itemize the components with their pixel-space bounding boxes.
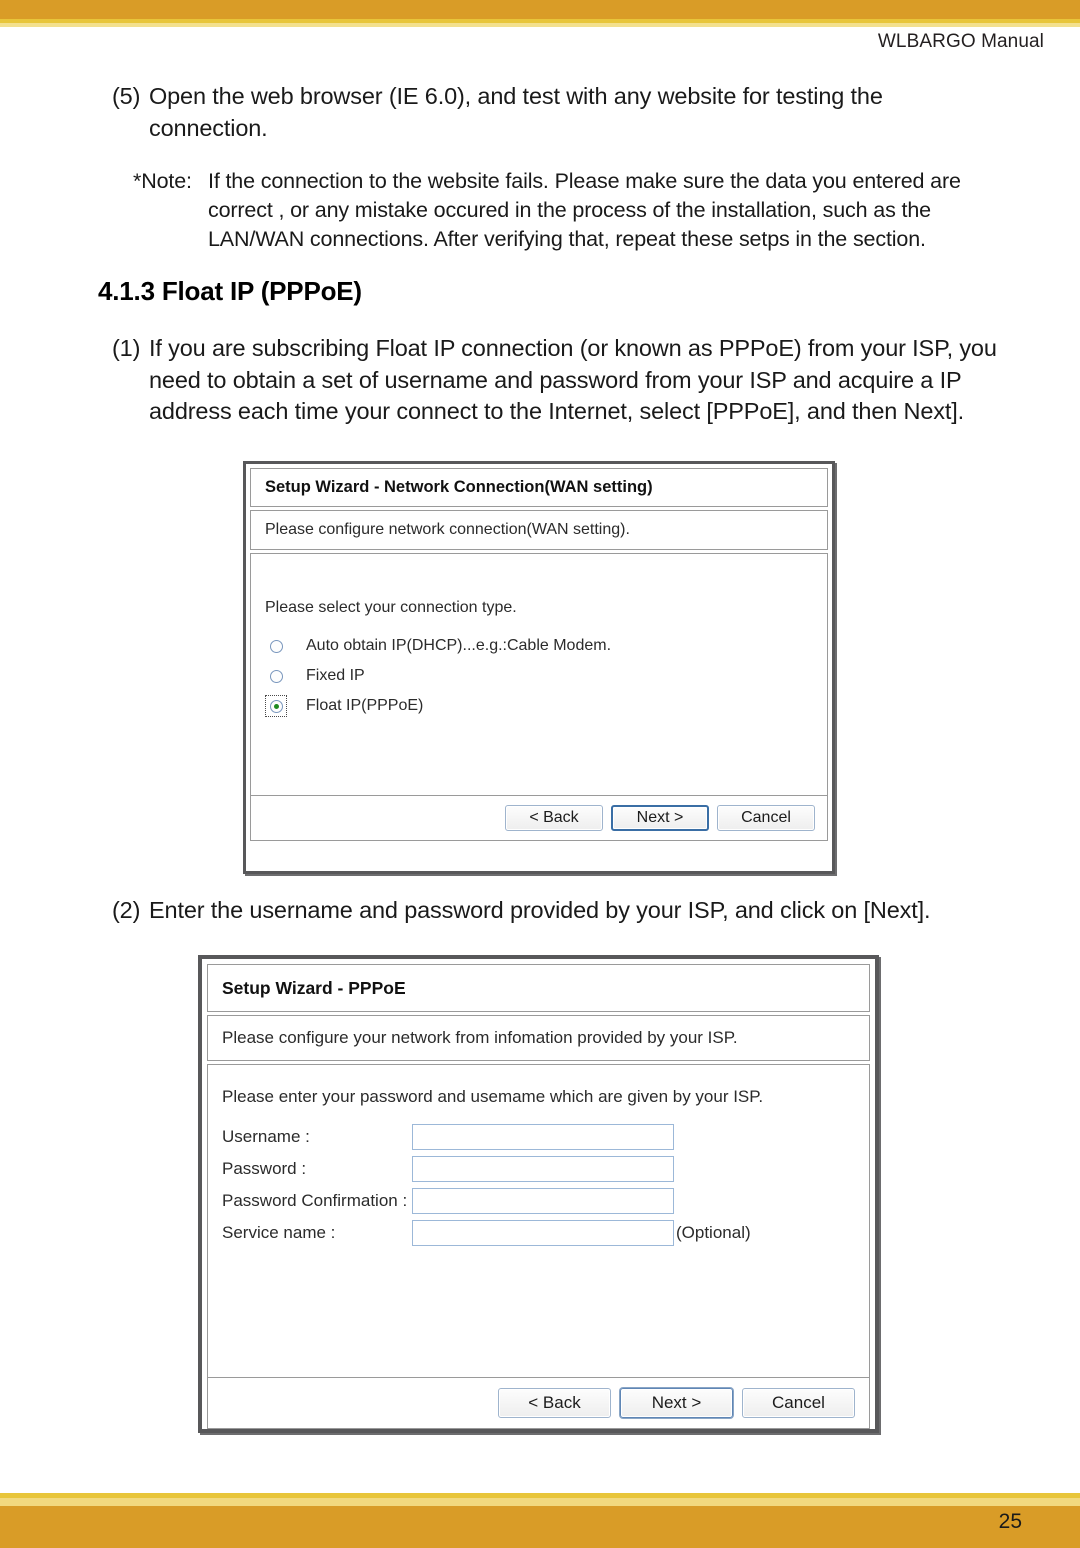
radio-float-ip-icon-selected[interactable] — [265, 695, 287, 717]
dialog-pppoe-inner: Setup Wizard - PPPoE Please configure yo… — [207, 964, 870, 1429]
connection-type-radio-group: Auto obtain IP(DHCP)...e.g.:Cable Modem.… — [265, 635, 611, 725]
password-input[interactable] — [412, 1156, 674, 1182]
dialog-wan-title: Setup Wizard - Network Connection(WAN se… — [265, 478, 653, 496]
password-confirmation-label: Password Confirmation : — [222, 1191, 408, 1210]
service-name-label: Service name : — [222, 1223, 336, 1242]
field-row-password: Password : — [222, 1156, 751, 1182]
dialog-pppoe-prompt: Please enter your password and usemame w… — [222, 1087, 764, 1106]
password-confirmation-input[interactable] — [412, 1188, 674, 1214]
page-top-band — [0, 0, 1080, 19]
dialog-wan-inner: Setup Wizard - Network Connection(WAN se… — [250, 468, 828, 867]
field-row-service-name: Service name : (Optional) — [222, 1220, 751, 1246]
field-row-password-confirmation: Password Confirmation : — [222, 1188, 751, 1214]
page-top-stripe-cream — [0, 23, 1080, 27]
paragraph-step-2-marker: (2) — [112, 897, 141, 923]
dialog-wan-title-panel: Setup Wizard - Network Connection(WAN se… — [250, 468, 828, 507]
page-bottom-band — [0, 1506, 1080, 1548]
note-text: If the connection to the website fails. … — [208, 169, 961, 251]
radio-selected-dot — [273, 703, 279, 709]
dialog-wan-setting: Setup Wizard - Network Connection(WAN se… — [243, 461, 835, 874]
page-number: 25 — [998, 1510, 1022, 1533]
username-input[interactable] — [412, 1124, 674, 1150]
paragraph-step-5: (5) Open the web browser (IE 6.0), and t… — [112, 81, 992, 144]
dialog-pppoe-subtitle-panel: Please configure your network from infom… — [207, 1015, 870, 1061]
dialog-wan-button-bar: < Back Next > Cancel — [251, 795, 827, 840]
dialog-pppoe: Setup Wizard - PPPoE Please configure yo… — [198, 955, 879, 1433]
page-bottom-stripe-cream — [0, 1498, 1080, 1506]
radio-circle — [269, 699, 283, 713]
radio-circle — [269, 639, 283, 653]
radio-option-float-ip-label: Float IP(PPPoE) — [306, 697, 424, 714]
dialog-pppoe-subtitle: Please configure your network from infom… — [222, 1028, 738, 1047]
running-header: WLBARGO Manual — [877, 31, 1044, 52]
paragraph-step-2-text: Enter the username and password provided… — [149, 897, 931, 923]
radio-dhcp-icon[interactable] — [265, 635, 287, 657]
paragraph-step-2: (2) Enter the username and password prov… — [112, 895, 1032, 927]
paragraph-step-5-text: Open the web browser (IE 6.0), and test … — [149, 83, 883, 141]
section-heading: 4.1.3 Float IP (PPPoE) — [98, 276, 362, 306]
dialog-pppoe-title: Setup Wizard - PPPoE — [222, 977, 406, 998]
dialog-wan-back-button[interactable]: < Back — [505, 805, 603, 831]
dialog-wan-body-panel: Please select your connection type. Auto… — [250, 553, 828, 841]
service-name-input[interactable] — [412, 1220, 674, 1246]
dialog-wan-prompt: Please select your connection type. — [265, 599, 517, 616]
dialog-pppoe-back-button[interactable]: < Back — [498, 1388, 611, 1418]
service-name-optional-note: (Optional) — [676, 1223, 751, 1242]
paragraph-step-1-marker: (1) — [112, 335, 141, 361]
radio-circle — [269, 669, 283, 683]
radio-option-dhcp-label: Auto obtain IP(DHCP)...e.g.:Cable Modem. — [306, 637, 612, 654]
paragraph-step-1-text: If you are subscribing Float IP connecti… — [149, 335, 997, 424]
note-marker: *Note: — [133, 169, 192, 193]
dialog-wan-cancel-button[interactable]: Cancel — [717, 805, 815, 831]
radio-option-fixed-ip-label: Fixed IP — [306, 667, 365, 684]
paragraph-step-1: (1) If you are subscribing Float IP conn… — [112, 333, 1012, 428]
pppoe-form: Username : Password : Password Confirmat… — [222, 1124, 751, 1253]
dialog-wan-subtitle-panel: Please configure network connection(WAN … — [250, 510, 828, 550]
dialog-pppoe-button-bar: < Back Next > Cancel — [208, 1377, 869, 1428]
note-block: *Note: If the connection to the website … — [133, 167, 1013, 254]
radio-option-dhcp[interactable]: Auto obtain IP(DHCP)...e.g.:Cable Modem. — [265, 635, 611, 657]
username-label: Username : — [222, 1127, 310, 1146]
dialog-wan-subtitle: Please configure network connection(WAN … — [265, 521, 630, 538]
paragraph-step-5-marker: (5) — [112, 83, 141, 109]
password-label: Password : — [222, 1159, 307, 1178]
radio-option-fixed-ip[interactable]: Fixed IP — [265, 665, 611, 687]
dialog-pppoe-title-panel: Setup Wizard - PPPoE — [207, 964, 870, 1012]
field-row-username: Username : — [222, 1124, 751, 1150]
radio-option-float-ip[interactable]: Float IP(PPPoE) — [265, 695, 611, 717]
dialog-pppoe-next-button[interactable]: Next > — [620, 1388, 733, 1418]
dialog-wan-next-button[interactable]: Next > — [611, 805, 709, 831]
radio-fixed-ip-icon[interactable] — [265, 665, 287, 687]
dialog-pppoe-body-panel: Please enter your password and usemame w… — [207, 1064, 870, 1429]
dialog-pppoe-cancel-button[interactable]: Cancel — [742, 1388, 855, 1418]
